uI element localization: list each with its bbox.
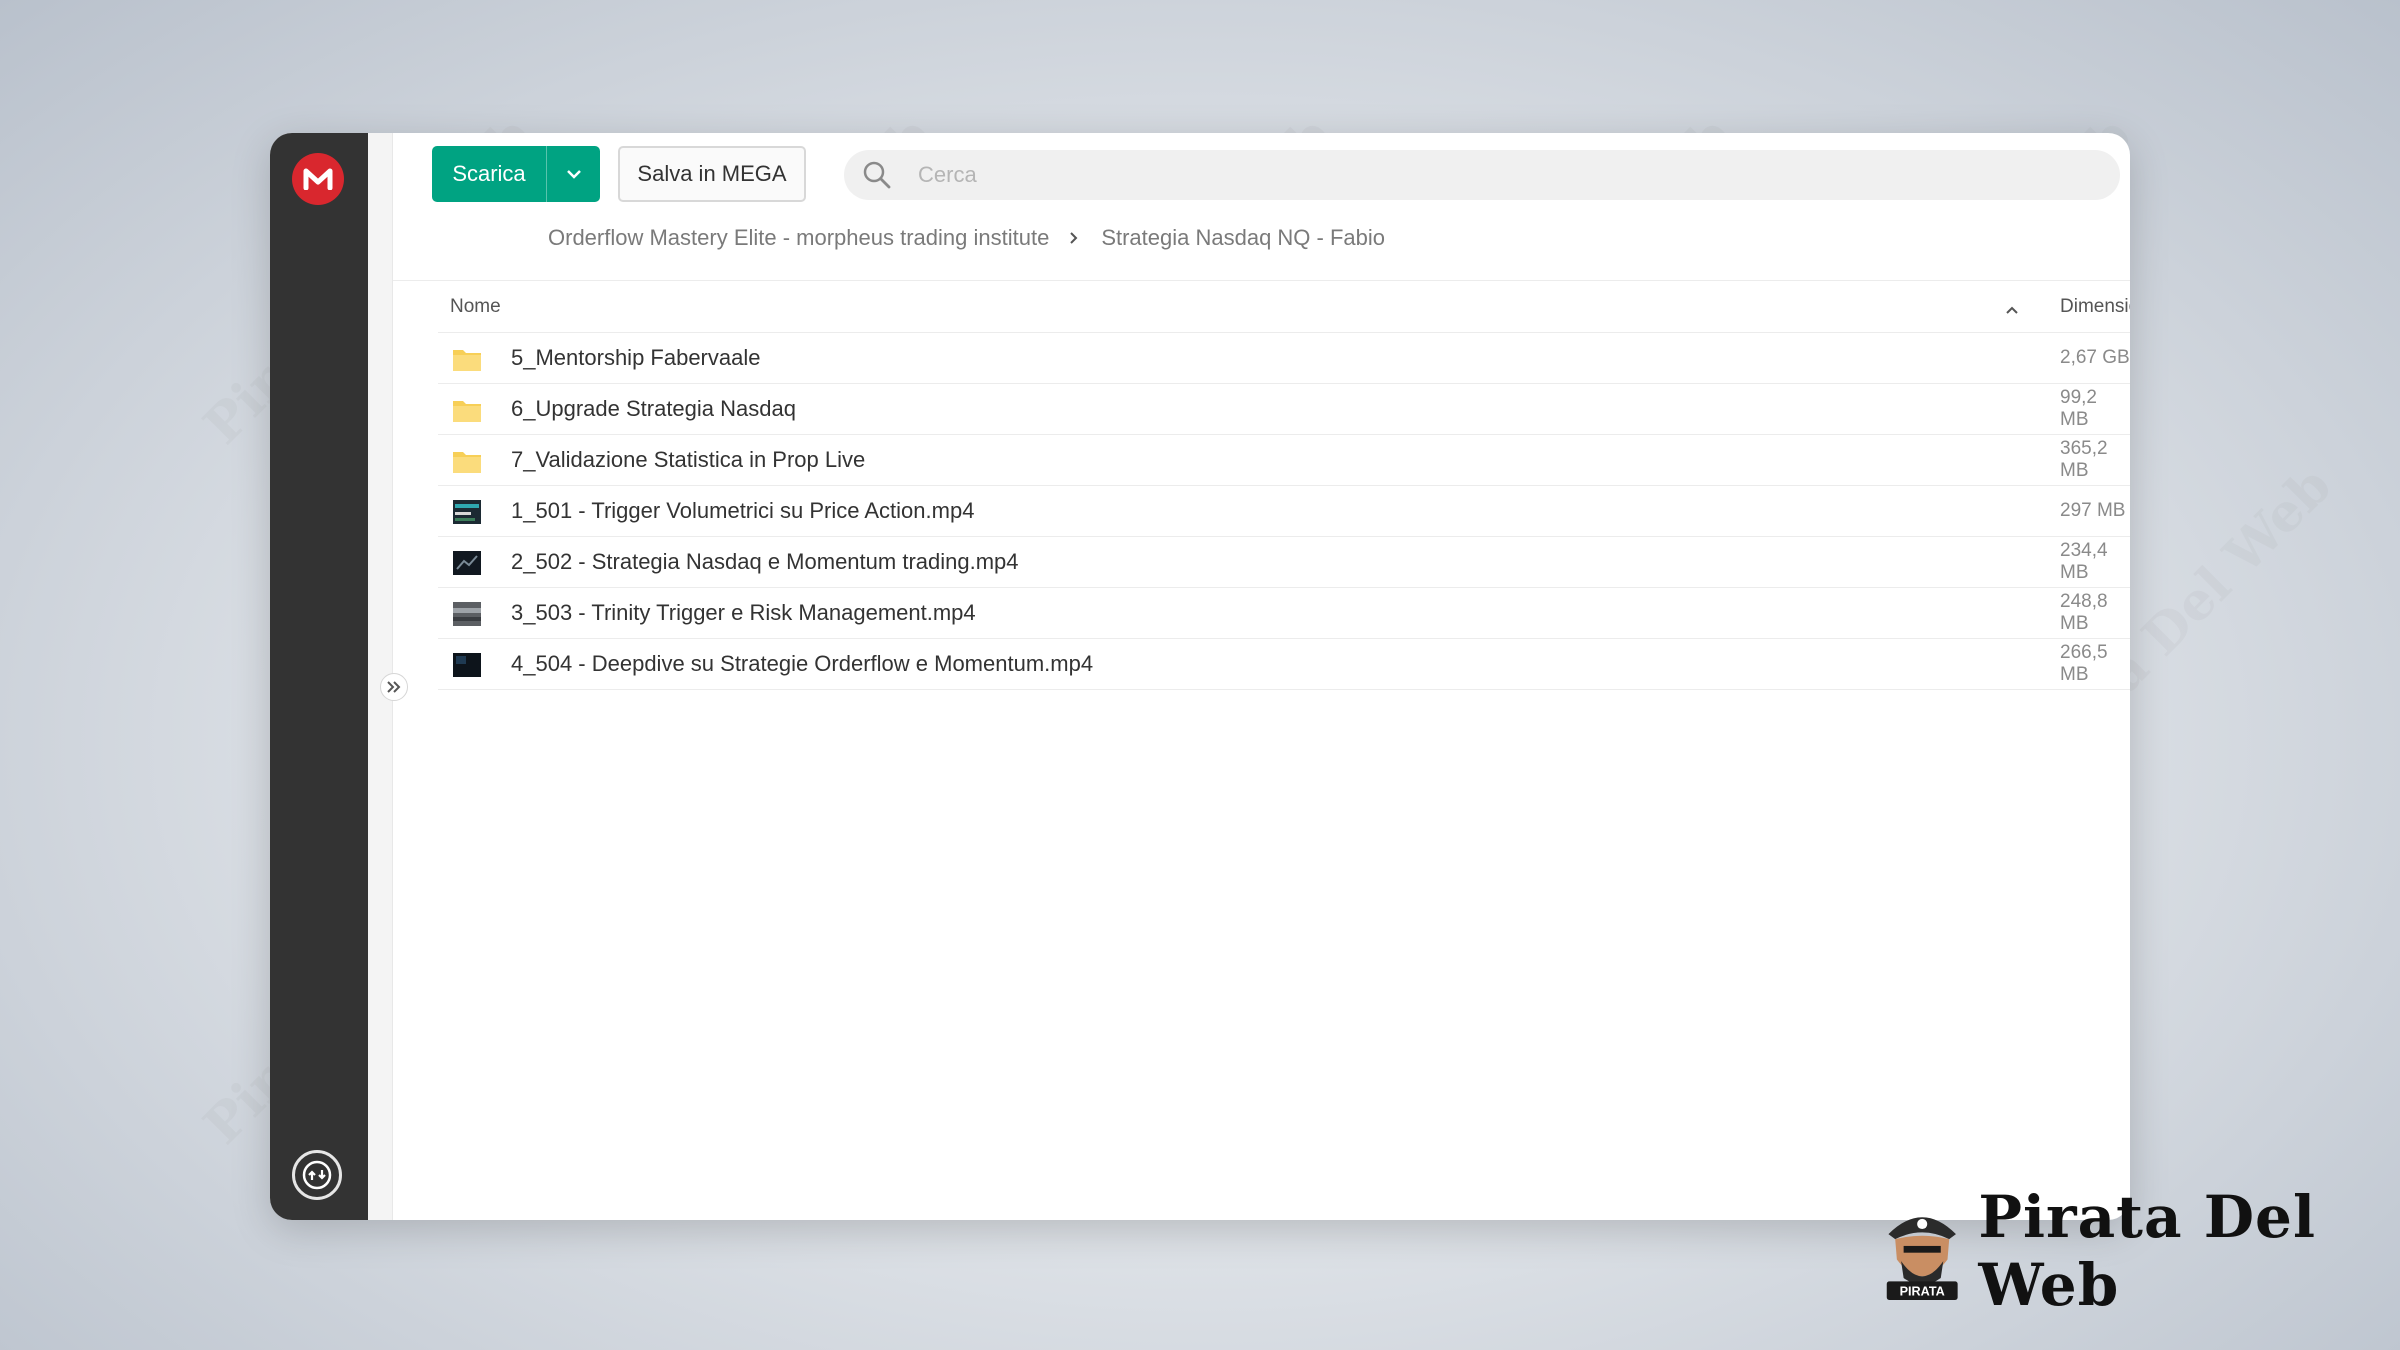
file-name: 2_502 - Strategia Nasdaq e Momentum trad…	[511, 549, 1019, 574]
file-table: Nome Dimensione Tipo 5_Mentorship Faberv…	[438, 281, 2130, 690]
save-to-mega-button[interactable]: Salva in MEGA	[618, 146, 806, 202]
file-size: 365,2 MB	[2060, 438, 2108, 481]
folder-icon	[452, 345, 482, 373]
download-button[interactable]: Scarica	[432, 146, 600, 202]
table-row[interactable]: 2_502 - Strategia Nasdaq e Momentum trad…	[438, 537, 2130, 588]
file-size: 234,4 MB	[2060, 540, 2108, 583]
sort-ascending-icon[interactable]	[2005, 299, 2019, 321]
table-row[interactable]: 3_503 - Trinity Trigger e Risk Managemen…	[438, 588, 2130, 639]
chevron-down-icon	[566, 170, 581, 179]
file-name: 7_Validazione Statistica in Prop Live	[511, 447, 866, 472]
file-size: 248,8 MB	[2060, 591, 2108, 634]
video-thumbnail-icon	[452, 498, 482, 526]
pirate-logo-icon: PIRATA	[1886, 1217, 1958, 1300]
mega-window: Scarica Salva in MEGA Orderflow Mastery …	[270, 133, 2130, 1220]
sidebar	[270, 133, 368, 1220]
table-row[interactable]: 6_Upgrade Strategia Nasdaq 99,2 MB Carte…	[438, 384, 2130, 435]
folder-icon	[452, 447, 482, 475]
file-name: 3_503 - Trinity Trigger e Risk Managemen…	[511, 600, 976, 625]
toolbar: Scarica Salva in MEGA	[432, 146, 2120, 202]
video-thumbnail-icon	[452, 600, 482, 628]
file-name: 1_501 - Trigger Volumetrici su Price Act…	[511, 498, 975, 523]
file-size: 99,2 MB	[2060, 387, 2097, 430]
file-name: 6_Upgrade Strategia Nasdaq	[511, 396, 796, 421]
breadcrumb-item-current[interactable]: Strategia Nasdaq NQ - Fabio	[1101, 225, 1385, 251]
table-header: Nome Dimensione Tipo	[438, 281, 2130, 333]
file-name: 5_Mentorship Fabervaale	[511, 345, 761, 370]
pirata-del-web-brand: PIRATA Pirata Del Web	[1880, 1183, 2400, 1319]
pirate-logo-caption: PIRATA	[1900, 1285, 1945, 1299]
column-header-name[interactable]: Nome	[450, 296, 501, 318]
table-row[interactable]: 1_501 - Trigger Volumetrici su Price Act…	[438, 486, 2130, 537]
folder-icon	[452, 396, 482, 424]
double-chevron-right-icon	[387, 681, 401, 693]
video-thumbnail-icon	[452, 651, 482, 679]
breadcrumb: Orderflow Mastery Elite - morpheus tradi…	[548, 225, 1385, 251]
search-input[interactable]	[918, 162, 2120, 188]
search-icon	[860, 158, 894, 192]
video-thumbnail-icon	[452, 549, 482, 577]
mega-logo-icon[interactable]	[292, 153, 344, 205]
search-bar[interactable]	[844, 150, 2120, 200]
expand-sidebar-button[interactable]	[380, 673, 408, 701]
table-row[interactable]: 4_504 - Deepdive su Strategie Orderflow …	[438, 639, 2130, 690]
table-row[interactable]: 7_Validazione Statistica in Prop Live 36…	[438, 435, 2130, 486]
column-header-size[interactable]: Dimensione	[2060, 296, 2130, 318]
file-size: 2,67 GB	[2060, 347, 2130, 368]
transfer-sync-icon[interactable]	[292, 1150, 342, 1200]
chevron-right-icon	[1069, 231, 1079, 245]
file-name: 4_504 - Deepdive su Strategie Orderflow …	[511, 651, 1094, 676]
brand-text: Pirata Del Web	[1978, 1183, 2316, 1319]
file-size: 266,5 MB	[2060, 642, 2108, 685]
file-size: 297 MB	[2060, 500, 2126, 521]
download-button-label: Scarica	[452, 161, 526, 186]
breadcrumb-item-parent[interactable]: Orderflow Mastery Elite - morpheus tradi…	[548, 225, 1049, 251]
table-row[interactable]: 5_Mentorship Fabervaale 2,67 GB Cartella	[438, 333, 2130, 384]
download-options-dropdown[interactable]	[547, 169, 600, 179]
